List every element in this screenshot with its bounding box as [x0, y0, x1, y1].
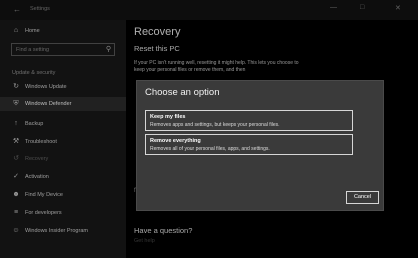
cancel-button[interactable]: Cancel	[346, 191, 379, 204]
option-title: Remove everything	[150, 138, 201, 144]
keep-my-files-option[interactable]: Keep my files Removes apps and settings,…	[145, 110, 353, 131]
option-description: Removes apps and settings, but keeps you…	[150, 122, 280, 128]
settings-window: ← Settings — □ ✕ ⌂ Home Find a setting ⚲…	[0, 0, 418, 258]
choose-option-dialog: Choose an option Keep my files Removes a…	[136, 80, 384, 211]
dialog-title: Choose an option	[145, 87, 220, 98]
option-title: Keep my files	[150, 114, 186, 120]
remove-everything-option[interactable]: Remove everything Removes all of your pe…	[145, 134, 353, 155]
option-description: Removes all of your personal files, apps…	[150, 146, 270, 152]
